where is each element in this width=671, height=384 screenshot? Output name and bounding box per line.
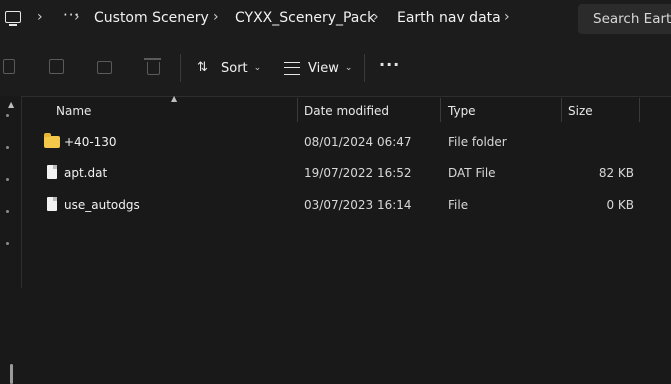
search-box[interactable]: Search Earth [578,4,671,34]
breadcrumb-earth-nav-data[interactable]: Earth nav data [397,10,501,26]
toolbar-divider [364,54,365,82]
file-type: File folder [448,135,507,149]
nav-item-marker [6,210,9,213]
file-name: +40-130 [64,135,117,149]
delete-icon[interactable] [144,58,161,75]
column-divider[interactable] [440,98,441,122]
file-date-modified: 19/07/2022 16:52 [304,166,412,180]
scroll-up-icon[interactable]: ▲ [8,100,14,109]
chevron-right-icon[interactable]: › [74,9,80,25]
file-icon [47,197,57,211]
chevron-down-icon: ⌄ [344,63,353,73]
column-header-row: ▲ Name Date modified Type Size [22,94,671,124]
file-type: File [448,198,469,212]
column-divider[interactable] [639,98,640,122]
file-name: use_autodgs [64,198,140,212]
chevron-right-icon[interactable]: › [37,9,43,25]
chevron-right-icon[interactable]: › [213,9,219,25]
view-button[interactable]: View ⌄ [284,54,352,82]
column-divider[interactable] [561,98,562,122]
file-row[interactable]: +40-130 08/01/2024 06:47 File folder [22,127,671,158]
file-icon [47,165,57,179]
breadcrumb-custom-scenery[interactable]: Custom Scenery [94,10,209,26]
file-name: apt.dat [64,166,108,180]
sort-icon: ⇅ [197,60,208,75]
sort-button[interactable]: ⇅ Sort ⌄ [197,54,261,82]
chevron-right-icon[interactable]: › [373,9,379,25]
share-icon[interactable] [97,61,112,74]
nav-item-marker [6,146,9,149]
address-bar[interactable]: › ··· › Custom Scenery › CYXX_Scenery_Pa… [0,0,671,38]
file-type: DAT File [448,166,496,180]
toolbar-divider [180,54,181,82]
navigation-pane[interactable]: ▲ [0,96,22,384]
file-row[interactable]: apt.dat 19/07/2022 16:52 DAT File 82 KB [22,158,671,189]
nav-scrollbar[interactable] [10,364,13,384]
rename-icon[interactable] [49,59,64,74]
column-header-type[interactable]: Type [448,104,476,118]
command-bar: ⇅ Sort ⌄ View ⌄ ··· [0,38,671,97]
sort-label: Sort [221,60,248,76]
search-placeholder: Search Earth [593,11,671,27]
folder-icon [44,133,60,148]
breadcrumb-cyxx-scenery-pack[interactable]: CYXX_Scenery_Pack [235,10,375,26]
file-size: 82 KB [598,166,634,180]
view-icon [284,61,300,75]
nav-item-marker [6,178,9,181]
column-header-name[interactable]: Name [56,104,91,118]
this-pc-icon[interactable] [5,11,21,26]
chevron-down-icon: ⌄ [253,63,262,73]
nav-item-marker [6,114,9,117]
file-date-modified: 08/01/2024 06:47 [304,135,412,149]
file-size: 0 KB [606,198,634,212]
sort-ascending-icon: ▲ [171,94,178,103]
copy-icon[interactable] [3,59,15,74]
nav-item-marker [6,242,9,245]
more-options-button[interactable]: ··· [379,55,400,74]
column-divider[interactable] [297,98,298,122]
file-date-modified: 03/07/2023 16:14 [304,198,412,212]
column-header-size[interactable]: Size [568,104,593,118]
chevron-right-icon[interactable]: › [504,9,510,25]
file-row[interactable]: use_autodgs 03/07/2023 16:14 File 0 KB [22,190,671,221]
view-label: View [308,60,339,76]
column-header-date-modified[interactable]: Date modified [304,104,389,118]
